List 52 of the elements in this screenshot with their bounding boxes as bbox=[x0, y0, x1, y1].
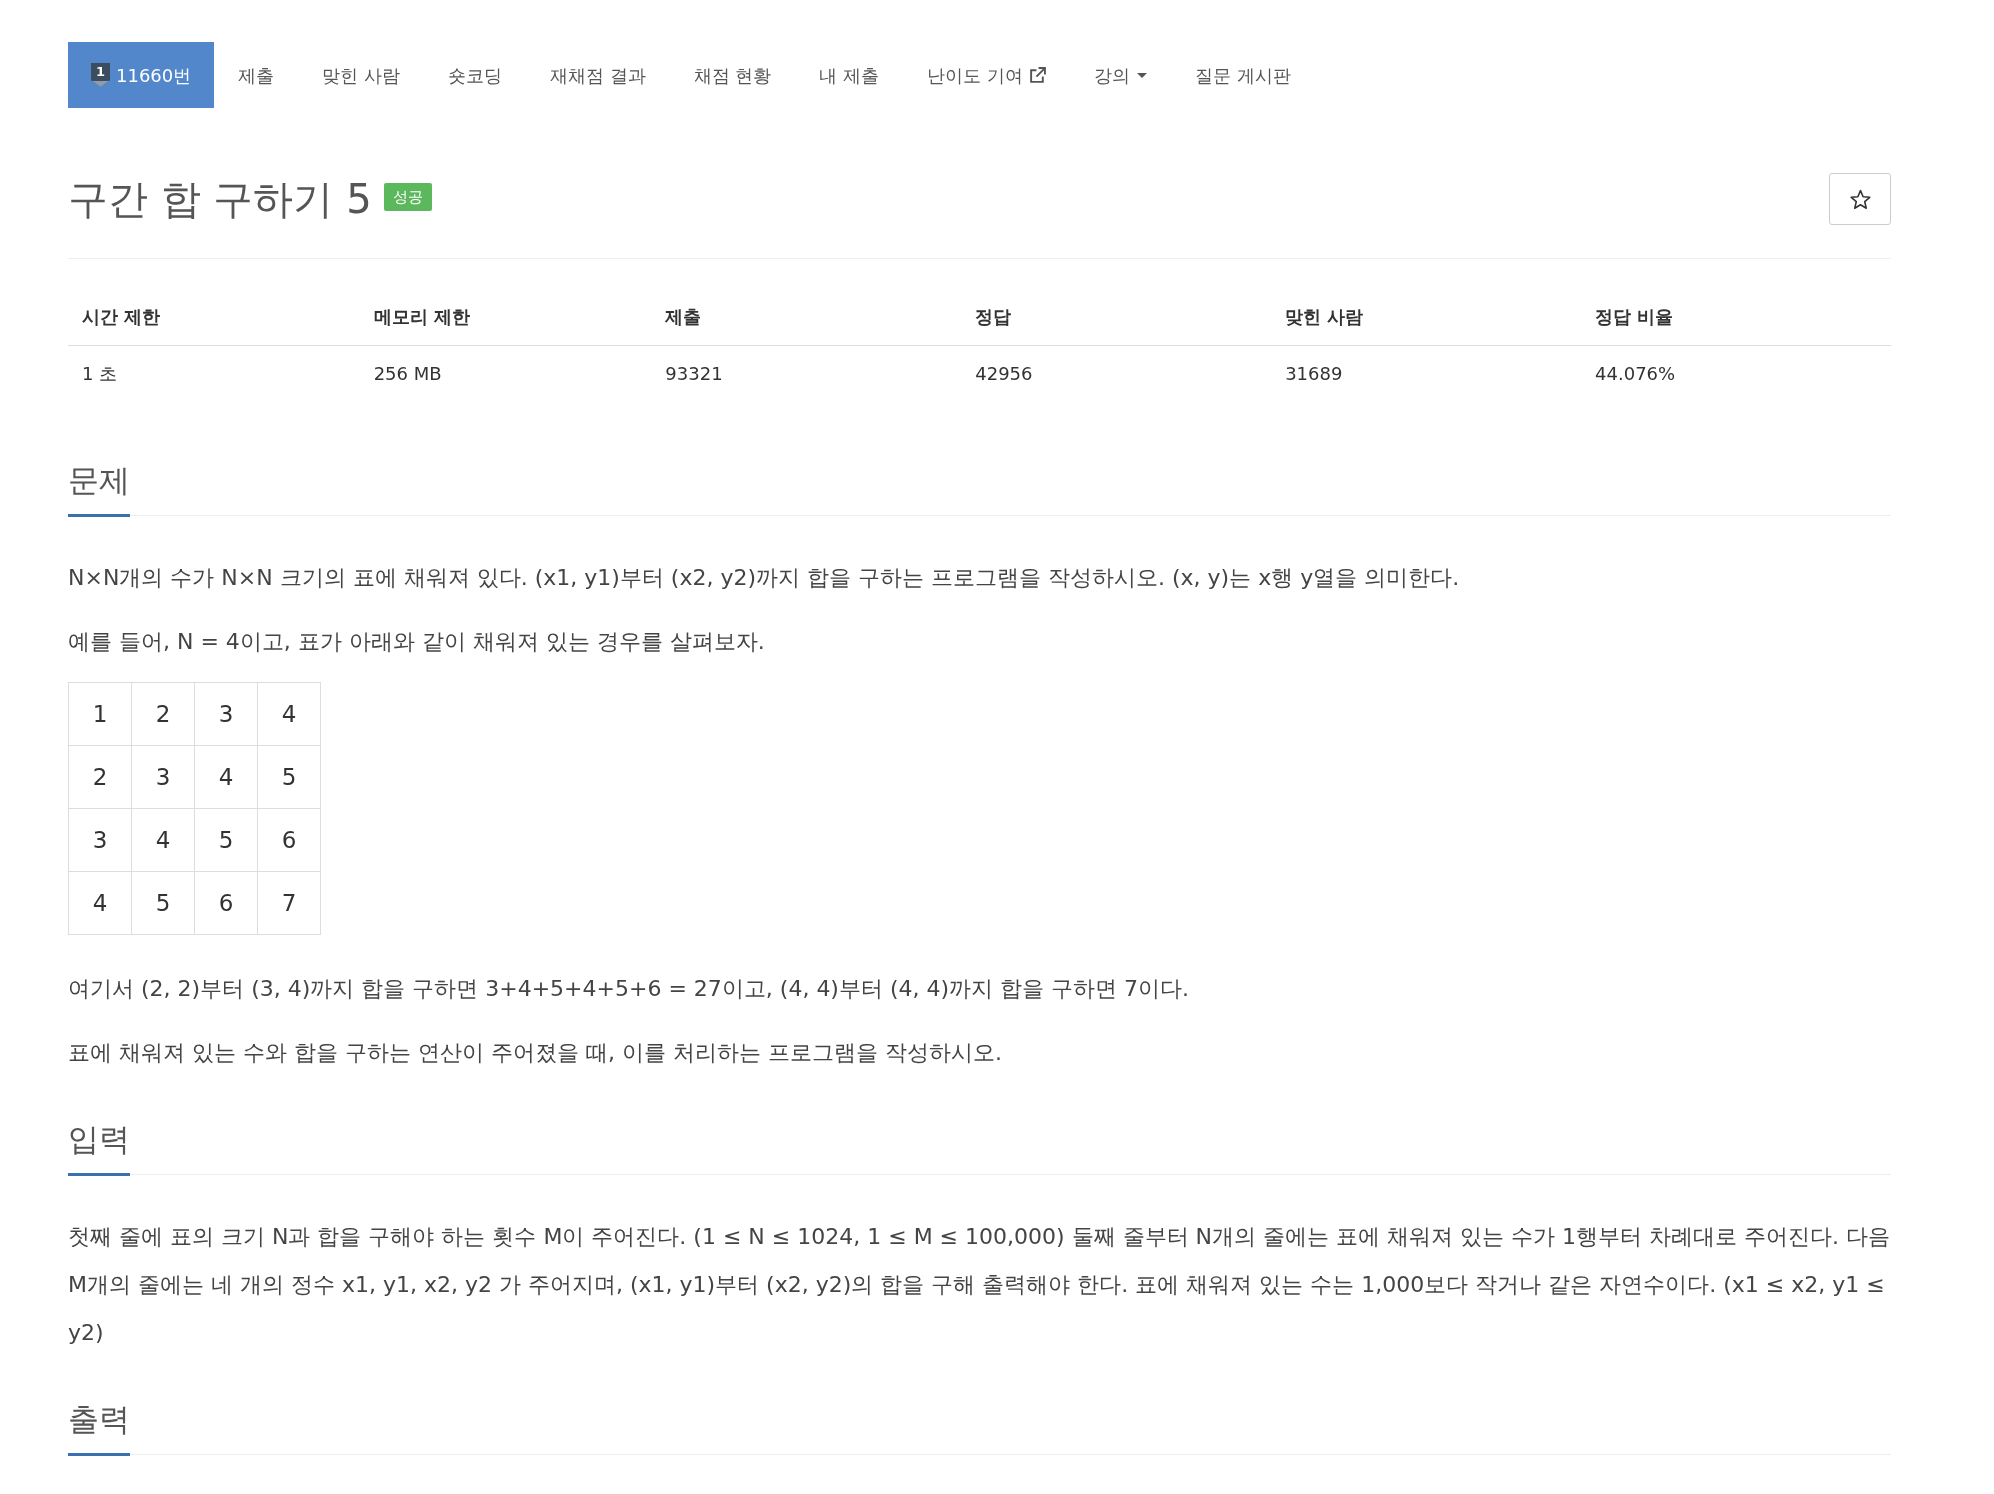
external-link-icon bbox=[1028, 66, 1046, 84]
nav-tab[interactable]: 1 11660번 bbox=[68, 42, 215, 108]
nav-tab[interactable]: 맞힌 사람 bbox=[298, 42, 424, 108]
tier-badge: 1 bbox=[91, 63, 110, 87]
nav-tab[interactable]: 제출 bbox=[214, 42, 299, 108]
caret-icon bbox=[1136, 72, 1147, 78]
column-header: 정답 bbox=[961, 289, 1272, 346]
column-header: 메모리 제한 bbox=[359, 289, 652, 346]
problem-text: 여기서 (2, 2)부터 (3, 4)까지 합을 구하면 3+4+5+4+5+6 = 27이고, (4, 4)부터 (4, 4)까지 합을 구하면 7이다. bbox=[68, 975, 1191, 1003]
grid-cell: 6 bbox=[257, 808, 321, 872]
grid-cell: 4 bbox=[194, 745, 258, 809]
grid-cell: 4 bbox=[257, 682, 321, 746]
table-cell: 93321 bbox=[651, 345, 962, 402]
section-heading: 문제 bbox=[68, 458, 130, 517]
problem-text: 표에 채워져 있는 수와 합을 구하는 연산이 주어졌을 때, 이를 처리하는 프로그램을 작성하시오. bbox=[68, 1039, 1003, 1067]
nav-tab[interactable]: 숏코딩 bbox=[424, 42, 526, 108]
nav-tab[interactable]: 재채점 결과 bbox=[526, 42, 670, 108]
grid-cell: 5 bbox=[257, 745, 321, 809]
grid-cell: 3 bbox=[194, 682, 258, 746]
problem-text: 예를 들어, N = 4이고, 표가 아래와 같이 채워져 있는 경우를 살펴보자. bbox=[68, 628, 766, 656]
column-header: 맞힌 사람 bbox=[1271, 289, 1582, 346]
grid-cell: 1 bbox=[68, 682, 132, 746]
grid-cell: 3 bbox=[68, 808, 132, 872]
grid-cell: 3 bbox=[131, 745, 195, 809]
table-cell: 44.076% bbox=[1581, 345, 1891, 402]
grid-cell: 7 bbox=[257, 871, 321, 935]
nav-tab[interactable]: 난이도 기여 bbox=[903, 42, 1070, 108]
column-header: 제출 bbox=[651, 289, 962, 346]
grid-cell: 2 bbox=[68, 745, 132, 809]
table-cell: 42956 bbox=[961, 345, 1272, 402]
nav-tab[interactable]: 내 제출 bbox=[795, 42, 904, 108]
section-heading: 입력 bbox=[68, 1117, 130, 1176]
nav-tab[interactable]: 채점 현황 bbox=[669, 42, 796, 108]
column-header: 정답 비율 bbox=[1581, 289, 1891, 346]
problem-title: 구간 합 구하기 5 bbox=[68, 175, 372, 224]
favorite-button[interactable] bbox=[1829, 173, 1891, 225]
grid-cell: 5 bbox=[131, 871, 195, 935]
section-heading: 출력 bbox=[68, 1397, 130, 1456]
grid-cell: 2 bbox=[131, 682, 195, 746]
table-cell: 256 MB bbox=[359, 345, 652, 402]
table-cell: 31689 bbox=[1271, 345, 1582, 402]
grid-cell: 4 bbox=[68, 871, 132, 935]
nav-tab[interactable]: 질문 게시판 bbox=[1170, 42, 1315, 108]
status-label: 성공 bbox=[383, 183, 432, 211]
nav-tab[interactable]: 강의 bbox=[1069, 42, 1171, 108]
problem-text: 첫째 줄에 표의 크기 N과 합을 구해야 하는 횟수 M이 주어진다. (1 ≤ N ≤ 1024, 1 ≤ M ≤ 100,000) 둘째 줄부터 N개의 줄에는 표에 채워져 있는 수가 1행부터 차례대로 주어진다. 다음 M개의 줄에는 네 개의 정수 x1, y1, x2, y2 가 주어지며, (x1, y1)부터 (x2, y2)의 합을 구해 출력해야 한다. 표에 채워져 있는 수는 1,000보다 작거나 같은 자연수이다. (x1 ≤ x2, y1 ≤ y2) bbox=[68, 1223, 1891, 1347]
grid-cell: 6 bbox=[194, 871, 258, 935]
grid-cell: 5 bbox=[194, 808, 258, 872]
table-cell: 1 초 bbox=[68, 345, 360, 402]
problem-text: N×N개의 수가 N×N 크기의 표에 채워져 있다. (x1, y1)부터 (x2, y2)까지 합을 구하는 프로그램을 작성하시오. (x, y)는 x행 y열을 의미한다. bbox=[68, 564, 1461, 592]
column-header: 시간 제한 bbox=[68, 289, 360, 346]
grid-cell: 4 bbox=[131, 808, 195, 872]
